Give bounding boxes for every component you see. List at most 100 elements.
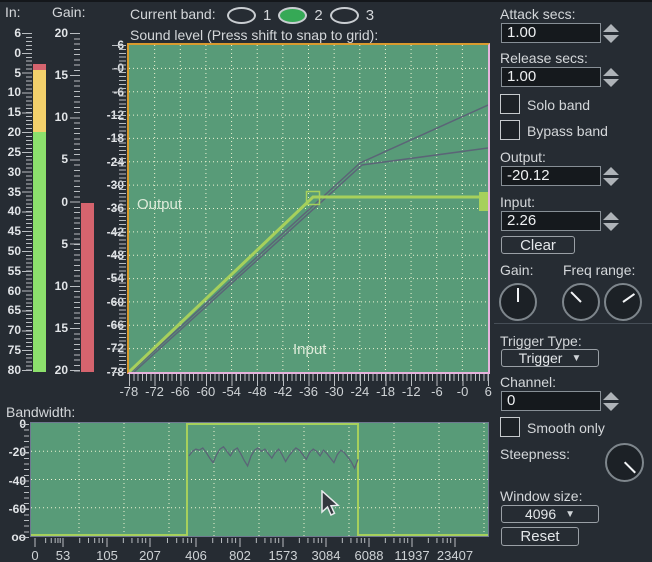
current-band-label: Current band: [130, 6, 216, 22]
band-2-label: 2 [314, 7, 322, 24]
smooth-only-checkbox[interactable] [500, 417, 520, 437]
input-spin-up-icon[interactable] [603, 212, 619, 220]
compressor-band-panel: In: Gain: 605101520253035404550556065707… [0, 0, 652, 562]
output-input[interactable]: -20.12 [501, 166, 601, 186]
steepness-knob-pointer [624, 462, 636, 474]
in-scale-tick: 55 [0, 263, 21, 279]
gain-meter-label: Gain: [52, 4, 85, 20]
solo-band-label: Solo band [527, 97, 590, 113]
x-tick-label: -54 [219, 384, 245, 399]
smooth-only-label: Smooth only [527, 420, 605, 436]
attack-spin-down-icon[interactable] [603, 35, 619, 43]
bw-x-tick-label: 802 [229, 548, 251, 562]
reference-curve-b [134, 148, 488, 372]
gain-meter-minor-ticks [74, 33, 80, 373]
freq-high-knob[interactable] [604, 283, 642, 321]
reset-button[interactable]: Reset [501, 527, 579, 546]
trigger-dropdown-arrow-icon: ▼ [571, 353, 581, 364]
in-scale-tick: 70 [0, 322, 21, 338]
bandwidth-x-ticks [31, 538, 488, 548]
input-spinner [603, 211, 619, 232]
bw-x-tick-label: 406 [185, 548, 207, 562]
x-tick-label: -72 [142, 384, 168, 399]
x-tick-label: -12 [398, 384, 424, 399]
in-meter-minor-ticks [26, 33, 32, 373]
gain-scale-tick: 10 [44, 278, 68, 294]
x-tick-label: -60 [193, 384, 219, 399]
steepness-knob[interactable] [605, 443, 644, 482]
gain-knob-label: Gain: [500, 262, 533, 278]
gain-scale-tick: 5 [44, 236, 68, 252]
attack-spin-up-icon[interactable] [603, 24, 619, 32]
in-scale-tick: 25 [0, 144, 21, 160]
x-tick-label: -6 [424, 384, 450, 399]
panel-separator [494, 323, 652, 324]
release-spin-up-icon[interactable] [603, 68, 619, 76]
x-tick-label: -78 [116, 384, 142, 399]
band-1-label: 1 [263, 7, 271, 24]
gain-knob[interactable] [499, 283, 537, 321]
gain-knob-pointer [517, 288, 519, 302]
window-size-label: Window size: [500, 488, 582, 504]
band-range-canvas[interactable] [31, 423, 488, 536]
in-meter-label: In: [5, 4, 21, 20]
sound-graph-y-minor-ticks [119, 45, 126, 373]
bandwidth-plot[interactable] [30, 422, 489, 537]
output-axis-label: Output [137, 196, 182, 213]
window-top-edge [0, 0, 652, 2]
band-1-radio[interactable] [227, 7, 256, 24]
x-tick-label: -48 [244, 384, 270, 399]
in-scale-tick: 30 [0, 164, 21, 180]
attack-input[interactable]: 1.00 [501, 23, 601, 43]
gain-scale-tick: 5 [44, 151, 68, 167]
end-handle[interactable] [479, 192, 488, 211]
gain-meter-scale: 201510505101520 [44, 25, 68, 378]
compression-curve-canvas[interactable] [129, 45, 488, 372]
input-input[interactable]: 2.26 [501, 211, 601, 231]
band-3-radio[interactable] [330, 7, 359, 24]
input-spin-down-icon[interactable] [603, 223, 619, 231]
x-tick-label: -18 [373, 384, 399, 399]
sound-graph-title: Sound level (Press shift to snap to grid… [130, 27, 378, 43]
clear-button[interactable]: Clear [501, 236, 575, 254]
gain-scale-tick: 0 [44, 194, 68, 210]
mouse-cursor [320, 490, 340, 518]
freq-high-knob-pointer [622, 293, 635, 303]
in-scale-tick: 45 [0, 223, 21, 239]
trigger-type-label: Trigger Type: [500, 333, 582, 349]
in-scale-tick: 15 [0, 104, 21, 120]
in-scale-tick: 50 [0, 243, 21, 259]
band-2-radio[interactable] [278, 7, 307, 24]
release-spinner [603, 67, 619, 88]
in-scale-tick: 60 [0, 283, 21, 299]
bw-x-tick-label: 11937 [394, 548, 429, 562]
in-scale-tick: 35 [0, 184, 21, 200]
steepness-label: Steepness: [500, 446, 570, 462]
in-scale-tick: 80 [0, 362, 21, 378]
bandwidth-y-minor-ticks [24, 424, 29, 538]
freq-low-knob[interactable] [562, 283, 600, 321]
in-meter-scale: 605101520253035404550556065707580 [0, 25, 21, 378]
output-spin-down-icon[interactable] [603, 178, 619, 186]
channel-spin-up-icon[interactable] [603, 392, 619, 400]
bypass-band-checkbox[interactable] [500, 120, 520, 140]
channel-spin-down-icon[interactable] [603, 403, 619, 411]
bw-x-tick-label: 3084 [312, 548, 341, 562]
in-scale-tick: 0 [0, 45, 21, 61]
attack-label: Attack secs: [500, 6, 575, 22]
window-size-value: 4096 [525, 506, 556, 522]
bw-x-tick-label: 207 [139, 548, 161, 562]
reference-curve-a [131, 105, 488, 372]
release-spin-down-icon[interactable] [603, 79, 619, 87]
x-tick-label: 6 [475, 384, 501, 399]
output-spin-up-icon[interactable] [603, 167, 619, 175]
channel-input[interactable]: 0 [501, 391, 601, 411]
release-label: Release secs: [500, 50, 588, 66]
solo-band-checkbox[interactable] [500, 94, 520, 114]
trigger-type-dropdown[interactable]: Trigger ▼ [501, 349, 599, 367]
window-size-dropdown[interactable]: 4096 ▼ [501, 505, 599, 523]
x-tick-label: -36 [296, 384, 322, 399]
channel-spinner [603, 391, 619, 412]
gain-scale-tick: 10 [44, 109, 68, 125]
release-input[interactable]: 1.00 [501, 67, 601, 87]
